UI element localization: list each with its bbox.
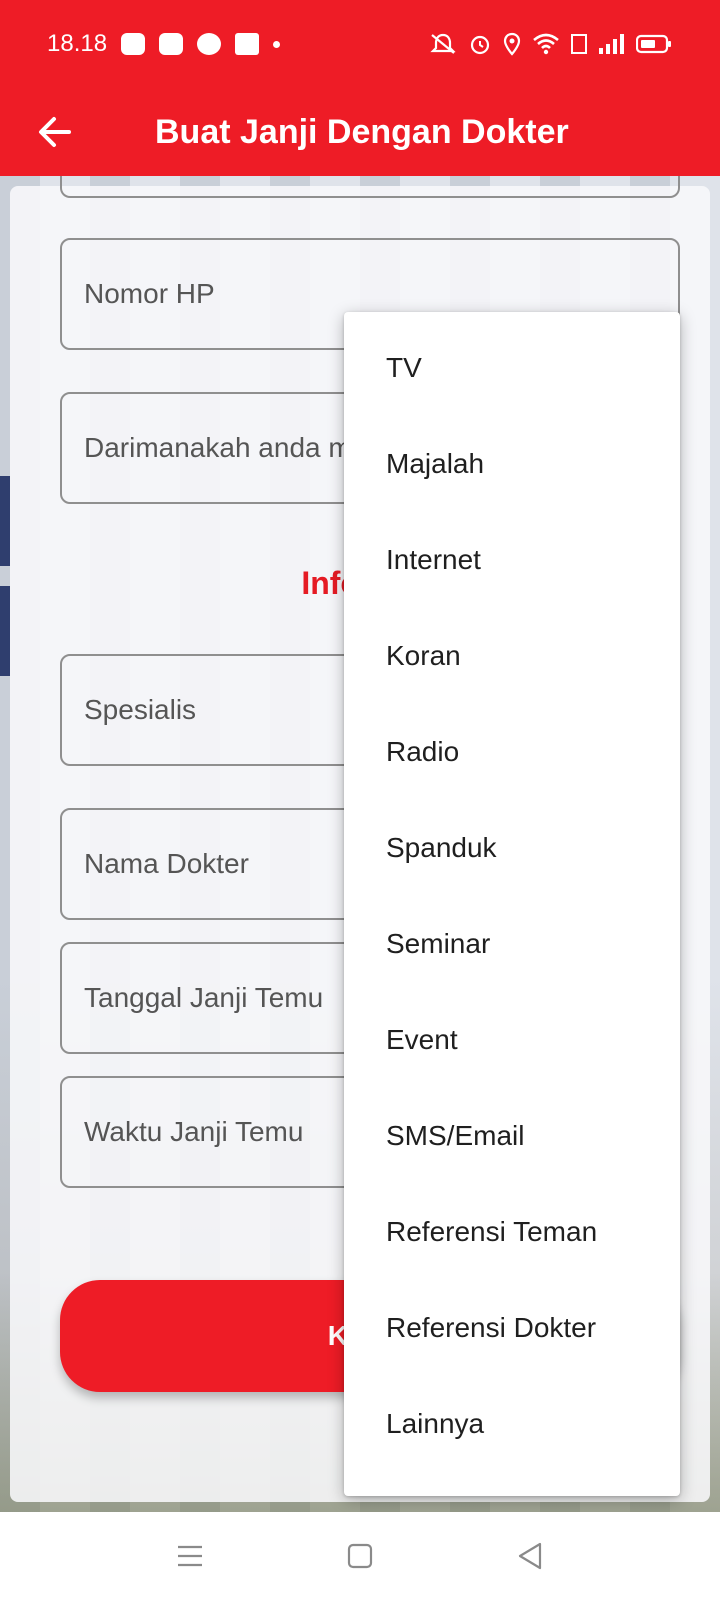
volte-icon bbox=[570, 32, 588, 56]
background-detail bbox=[0, 476, 10, 566]
dot-icon bbox=[273, 40, 281, 48]
home-nav-button[interactable] bbox=[275, 1512, 445, 1600]
dropdown-item-tv[interactable]: TV bbox=[344, 320, 680, 416]
dropdown-item-koran[interactable]: Koran bbox=[344, 608, 680, 704]
signal-icon bbox=[598, 32, 626, 56]
dropdown-item-seminar[interactable]: Seminar bbox=[344, 896, 680, 992]
dropdown-item-referensi-dokter[interactable]: Referensi Dokter bbox=[344, 1280, 680, 1376]
specialist-placeholder: Spesialis bbox=[84, 694, 197, 725]
back-triangle-icon bbox=[518, 1542, 542, 1570]
doctor-placeholder: Nama Dokter bbox=[84, 848, 249, 879]
status-right bbox=[428, 32, 672, 56]
back-nav-button[interactable] bbox=[445, 1512, 615, 1600]
dropdown-item-radio[interactable]: Radio bbox=[344, 704, 680, 800]
previous-input-field[interactable] bbox=[60, 176, 680, 198]
status-bar: 18.18 bbox=[0, 0, 720, 88]
home-square-icon bbox=[347, 1543, 373, 1569]
arrow-left-icon bbox=[39, 117, 71, 147]
dropdown-item-lainnya[interactable]: Lainnya bbox=[344, 1376, 680, 1472]
dropdown-item-referensi-teman[interactable]: Referensi Teman bbox=[344, 1184, 680, 1280]
dropdown-item-sms-email[interactable]: SMS/Email bbox=[344, 1088, 680, 1184]
battery-icon bbox=[636, 32, 672, 56]
discord-icon bbox=[159, 33, 184, 55]
status-time: 18.18 bbox=[47, 30, 108, 57]
location-icon bbox=[502, 32, 522, 56]
line-icon bbox=[121, 33, 146, 55]
dropdown-item-event[interactable]: Event bbox=[344, 992, 680, 1088]
dropdown-item-spanduk[interactable]: Spanduk bbox=[344, 800, 680, 896]
mute-icon bbox=[428, 32, 458, 56]
menu-nav-button[interactable] bbox=[105, 1512, 275, 1600]
date-placeholder: Tanggal Janji Temu bbox=[84, 982, 324, 1013]
dropdown-item-majalah[interactable]: Majalah bbox=[344, 416, 680, 512]
source-placeholder: Darimanakah anda m bbox=[84, 432, 352, 463]
time-placeholder: Waktu Janji Temu bbox=[84, 1116, 304, 1147]
dropdown-item-internet[interactable]: Internet bbox=[344, 512, 680, 608]
facebook-icon bbox=[235, 33, 260, 55]
status-left: 18.18 bbox=[47, 30, 281, 58]
alarm-icon bbox=[468, 32, 492, 56]
navigation-bar bbox=[0, 1512, 720, 1600]
back-button[interactable] bbox=[0, 88, 110, 176]
source-dropdown-menu: TV Majalah Internet Koran Radio Spanduk … bbox=[344, 312, 680, 1496]
app-bar: Buat Janji Dengan Dokter bbox=[0, 88, 720, 176]
wifi-icon bbox=[532, 32, 560, 56]
phone-placeholder: Nomor HP bbox=[84, 278, 215, 309]
menu-icon bbox=[178, 1545, 202, 1567]
page-title: Buat Janji Dengan Dokter bbox=[155, 112, 569, 151]
chat-icon bbox=[197, 33, 222, 55]
